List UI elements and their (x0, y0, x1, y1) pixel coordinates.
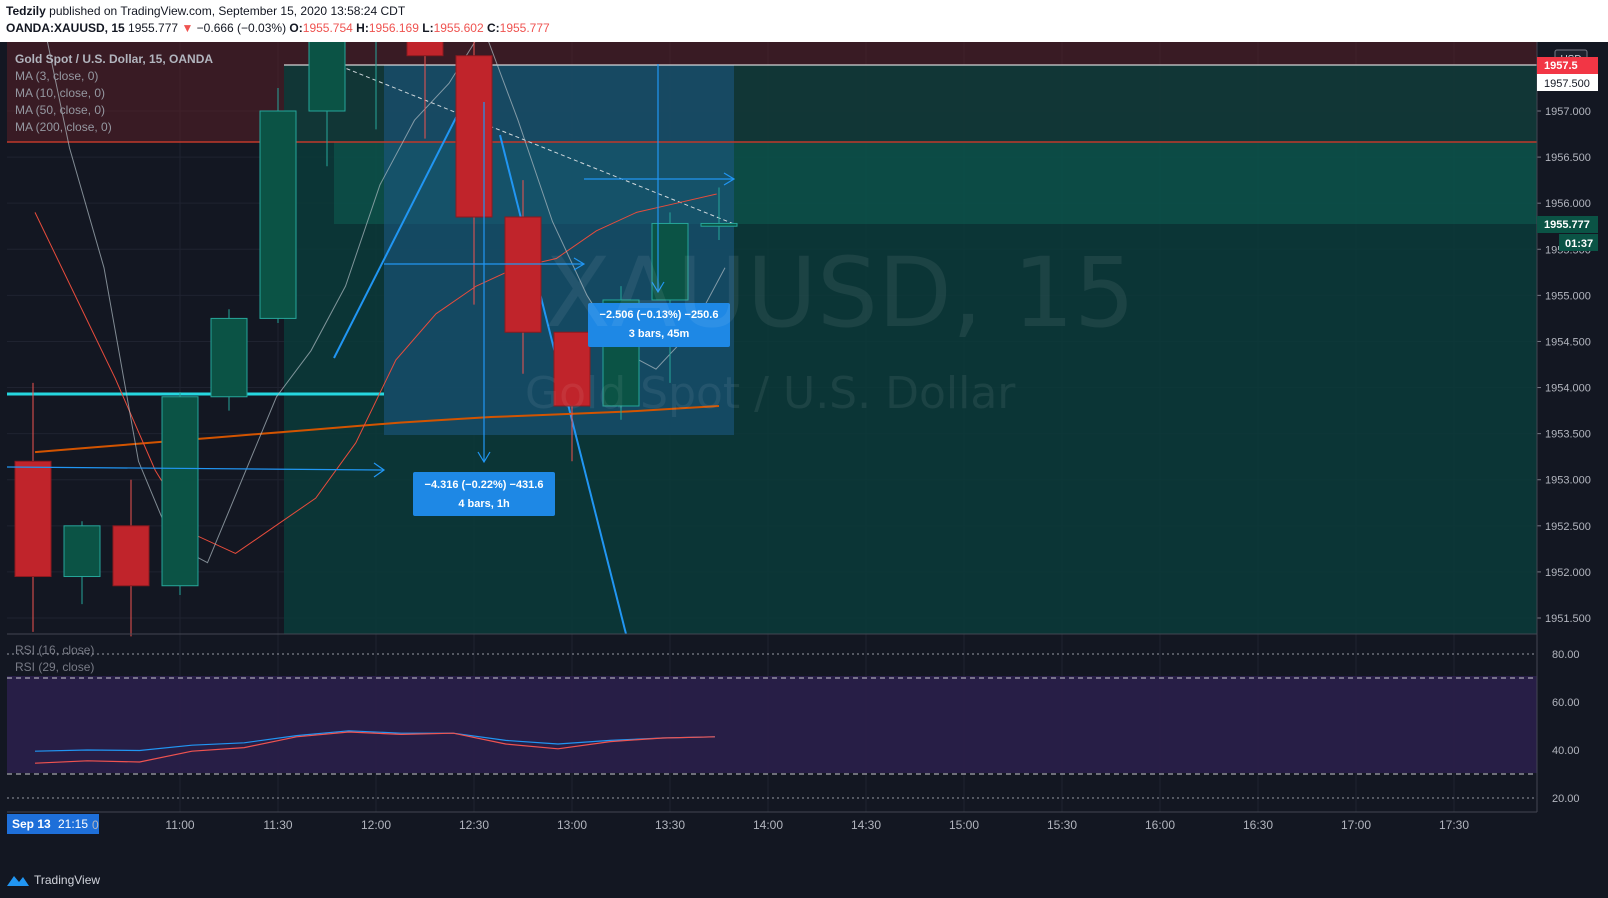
close-value: 1955.777 (499, 21, 550, 35)
time-tick-label: 13:00 (557, 818, 587, 832)
time-tick-label: 16:00 (1145, 818, 1175, 832)
candle-body (455, 55, 493, 218)
time-tick-label: 11:00 (165, 818, 194, 832)
price-change: −0.666 (−0.03%) (196, 21, 287, 35)
time-tick-label: 14:30 (851, 818, 881, 832)
footer-bar (0, 866, 1608, 898)
price-tick-label: 1954.000 (1545, 383, 1591, 395)
publish-info: Tedzily published on TradingView.com, Se… (6, 4, 405, 18)
price-tag-white-label: 1957.500 (1544, 78, 1590, 90)
price-tick-label: 1956.000 (1545, 198, 1591, 210)
candle[interactable] (259, 87, 297, 324)
price-tick-label: 1954.500 (1545, 336, 1591, 348)
candle-body (112, 525, 150, 587)
candle-body (308, 42, 346, 112)
rsi-tick-label: 40.00 (1552, 745, 1580, 757)
price-chart[interactable]: −4.316 (−0.22%) −431.6 4 bars, 1h −2.506… (0, 42, 1608, 866)
candle-body (210, 317, 248, 398)
legend-title[interactable]: Gold Spot / U.S. Dollar, 15, OANDA (15, 52, 213, 66)
candle[interactable] (161, 392, 199, 595)
tradingview-logo[interactable]: TradingView (6, 872, 100, 888)
watermark-symbol: XAUUSD, 15 (545, 237, 1135, 349)
author-name[interactable]: Tedzily (6, 4, 46, 18)
time-tick-partial: 0 (92, 818, 99, 832)
low-label: L: (422, 21, 434, 35)
price-tag-red-label: 1957.5 (1544, 60, 1578, 72)
countdown-label: 01:37 (1565, 238, 1593, 250)
rsi-tick-label: 60.00 (1552, 697, 1580, 709)
publish-text: published on TradingView.com, September … (49, 4, 406, 18)
last-price: 1955.777 (128, 21, 179, 35)
legend-rsi29[interactable]: RSI (29, close) (15, 660, 94, 674)
price-tick-label: 1951.500 (1545, 613, 1591, 625)
candle-body (14, 460, 52, 578)
open-value: 1955.754 (302, 21, 353, 35)
time-tick-label: 15:00 (949, 818, 979, 832)
legend-ma200[interactable]: MA (200, close, 0) (15, 120, 112, 134)
chart-header: Tedzily published on TradingView.com, Se… (0, 0, 1608, 42)
time-tick-label: 14:00 (753, 818, 783, 832)
price-tick-label: 1953.500 (1545, 429, 1591, 441)
measure-label-1-line2: 4 bars, 1h (458, 498, 510, 510)
time-tick-label: 16:30 (1243, 818, 1273, 832)
price-tick-label: 1956.500 (1545, 152, 1591, 164)
time-tick-label: 12:30 (459, 818, 489, 832)
time-tick-label: 12:00 (361, 818, 391, 832)
time-tick-label: 17:30 (1439, 818, 1469, 832)
change-arrow-icon: ▼ (181, 21, 194, 35)
close-label: C: (486, 21, 500, 35)
legend-rsi16[interactable]: RSI (16, close) (15, 643, 94, 657)
date-badge-time: 21:15 (58, 817, 88, 831)
time-tick-label: 15:30 (1047, 818, 1077, 832)
candle[interactable] (210, 309, 248, 411)
time-tick-label: 13:30 (655, 818, 685, 832)
open-label: O: (289, 21, 303, 35)
last-price-tag-label: 1955.777 (1544, 219, 1590, 231)
high-value: 1956.169 (368, 21, 419, 35)
time-tick-label: 17:00 (1341, 818, 1371, 832)
legend-ma50[interactable]: MA (50, close, 0) (15, 103, 105, 117)
rsi-band (7, 676, 1537, 773)
rsi-tick-label: 80.00 (1552, 649, 1580, 661)
watermark-name: Gold Spot / U.S. Dollar (525, 368, 1016, 419)
price-tick-label: 1953.000 (1545, 475, 1591, 487)
candle-body (161, 396, 199, 587)
high-label: H: (356, 21, 369, 35)
candle-body (700, 222, 738, 227)
rsi-tick-label: 20.00 (1552, 793, 1580, 805)
candle-body (406, 42, 444, 57)
price-tick-label: 1957.000 (1545, 106, 1591, 118)
brand-name: TradingView (34, 873, 101, 887)
date-badge-label: Sep 13 (12, 817, 51, 831)
candle-body (259, 110, 297, 319)
price-tick-label: 1955.000 (1545, 290, 1591, 302)
symbol-name[interactable]: OANDA:XAUUSD, 15 (6, 21, 125, 35)
candle-body (504, 216, 542, 333)
low-value: 1955.602 (433, 21, 484, 35)
price-tick-label: 1952.000 (1545, 567, 1591, 579)
tradingview-logo-icon (7, 876, 29, 886)
candle-body (63, 525, 101, 578)
time-tick-label: 11:30 (263, 818, 292, 832)
measure-label-1-line1: −4.316 (−0.22%) −431.6 (425, 479, 544, 491)
legend-ma10[interactable]: MA (10, close, 0) (15, 86, 105, 100)
symbol-ohlc: OANDA:XAUUSD, 15 1955.777 ▼ −0.666 (−0.0… (6, 21, 550, 35)
price-tick-label: 1952.500 (1545, 521, 1591, 533)
legend-ma3[interactable]: MA (3, close, 0) (15, 69, 98, 83)
